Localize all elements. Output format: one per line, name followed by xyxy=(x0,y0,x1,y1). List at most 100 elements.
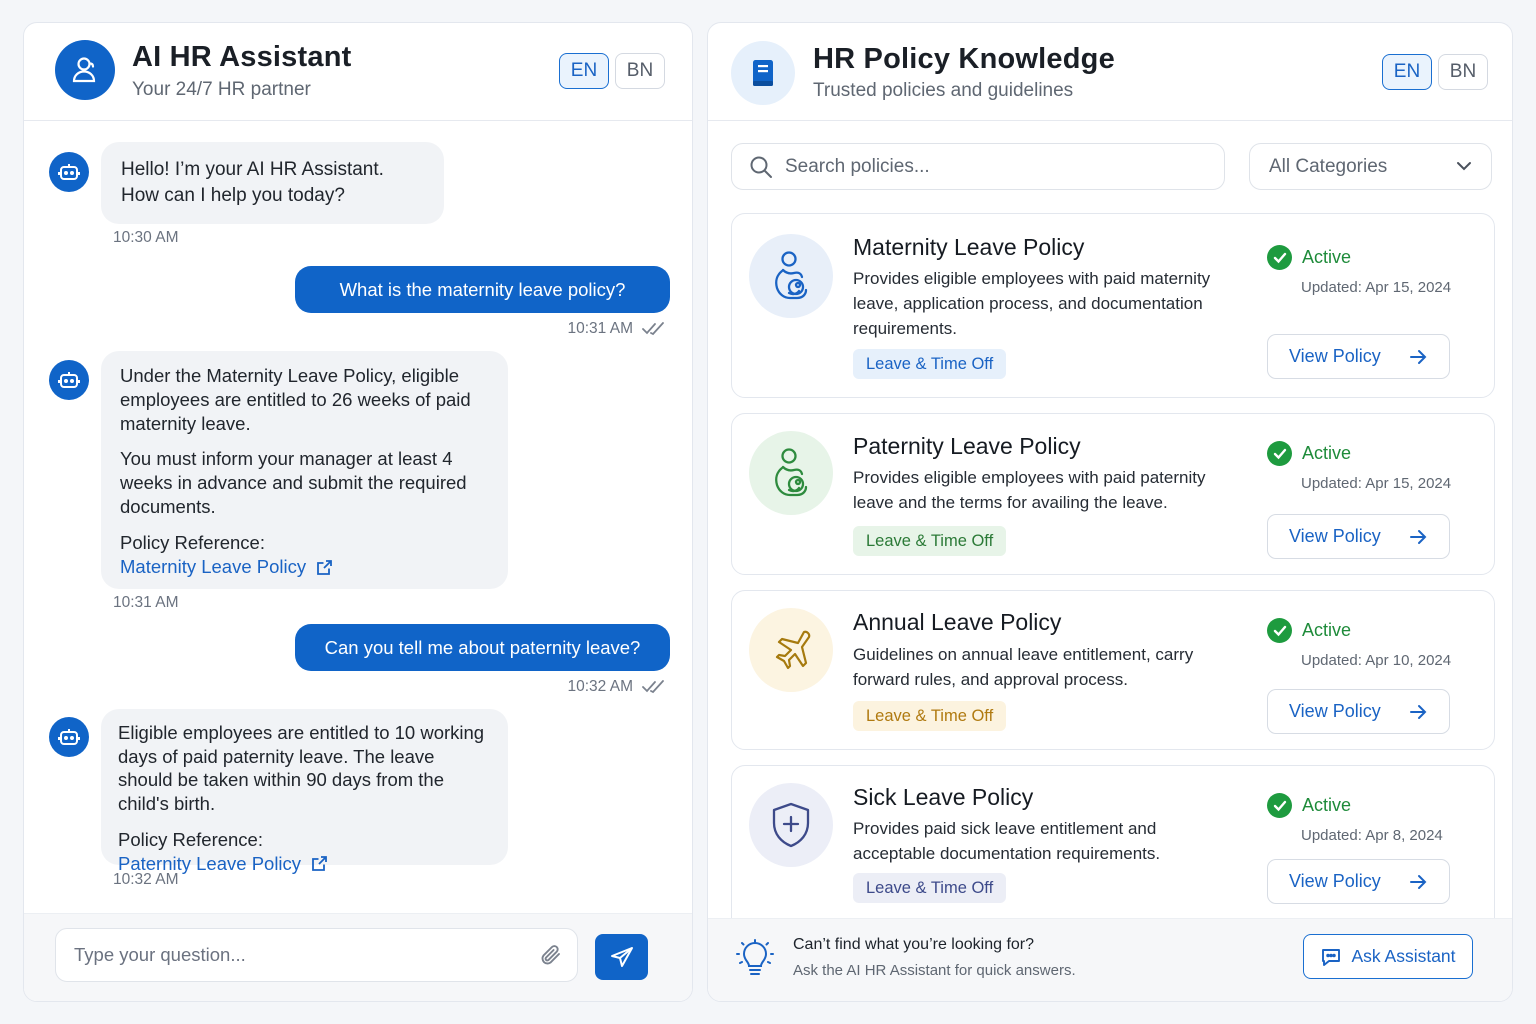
view-policy-button[interactable]: View Policy xyxy=(1267,334,1450,379)
view-policy-button[interactable]: View Policy xyxy=(1267,514,1450,559)
status-text: Active xyxy=(1302,795,1352,815)
arrow-right-icon xyxy=(1410,529,1427,544)
category-tag: Leave & Time Off xyxy=(853,873,1007,903)
lang-en-button[interactable]: EN xyxy=(559,53,609,89)
category-tag: Leave & Time Off xyxy=(853,701,1007,731)
policy-description: Guidelines on annual leave entitlement, … xyxy=(853,645,1194,689)
message-text: How can I help you today? xyxy=(121,185,345,206)
check-icon xyxy=(1267,441,1292,466)
status-badge: Active xyxy=(1267,441,1351,466)
chat-bubble-icon xyxy=(1322,948,1341,966)
view-policy-label: View Policy xyxy=(1289,526,1381,546)
view-policy-button[interactable]: View Policy xyxy=(1267,859,1450,904)
chat-subtitle: Your 24/7 HR partner xyxy=(132,79,311,100)
bot-message: Eligible employees are entitled to 10 wo… xyxy=(101,709,508,874)
search-icon xyxy=(750,156,772,178)
ask-assistant-button[interactable]: Ask Assistant xyxy=(1303,934,1473,979)
policy-search-box xyxy=(731,143,1225,190)
lightbulb-icon xyxy=(736,939,774,975)
send-icon xyxy=(610,947,633,967)
policy-title: Paternity Leave Policy xyxy=(853,433,1081,459)
help-text: Ask the AI HR Assistant for quick answer… xyxy=(793,962,1076,979)
mother-baby-icon xyxy=(749,234,833,318)
kb-header: HR Policy Knowledge Trusted policies and… xyxy=(708,23,1512,121)
message-text: What is the maternity leave policy? xyxy=(339,278,626,300)
status-text: Active xyxy=(1302,247,1352,267)
bot-avatar-icon xyxy=(49,360,89,400)
book-icon xyxy=(753,60,773,86)
message-text: Under the Maternity Leave Policy, eligib… xyxy=(120,365,471,434)
book-icon-badge xyxy=(731,41,795,105)
view-policy-button[interactable]: View Policy xyxy=(1267,689,1450,734)
message-timestamp: 10:32 AM xyxy=(567,678,634,695)
view-policy-label: View Policy xyxy=(1289,346,1381,366)
lang-bn-button[interactable]: BN xyxy=(615,53,665,89)
user-message: What is the maternity leave policy? xyxy=(295,266,670,313)
check-icon xyxy=(1267,793,1292,818)
bot-avatar-icon xyxy=(49,717,89,757)
policy-reference-label: Policy Reference: xyxy=(120,532,265,553)
arrow-right-icon xyxy=(1410,349,1427,364)
bot-message: Under the Maternity Leave Policy, eligib… xyxy=(101,351,508,589)
user-message: Can you tell me about paternity leave? xyxy=(295,624,670,671)
message-timestamp: 10:31 AM xyxy=(567,320,634,337)
double-check-icon xyxy=(642,680,664,694)
category-select[interactable]: All Categories xyxy=(1249,143,1492,190)
category-tag: Leave & Time Off xyxy=(853,349,1007,379)
ask-assistant-label: Ask Assistant xyxy=(1351,946,1456,966)
policy-title: Annual Leave Policy xyxy=(853,609,1062,635)
chevron-down-icon xyxy=(1457,162,1471,171)
updated-date: Updated: Apr 15, 2024 xyxy=(1301,279,1452,296)
policy-knowledge-panel: HR Policy Knowledge Trusted policies and… xyxy=(707,22,1513,1002)
category-tag: Leave & Time Off xyxy=(853,526,1007,556)
category-select-value: All Categories xyxy=(1269,156,1388,177)
message-meta: 10:32 AM xyxy=(568,678,667,696)
bot-message: Hello! I’m your AI HR Assistant. How can… xyxy=(101,142,444,224)
parent-baby-icon xyxy=(749,431,833,515)
updated-date: Updated: Apr 8, 2024 xyxy=(1301,827,1443,844)
airplane-icon xyxy=(749,608,833,692)
chat-panel: AI HR Assistant Your 24/7 HR partner EN … xyxy=(23,22,693,1002)
policy-card: Sick Leave Policy Provides paid sick lea… xyxy=(731,765,1495,937)
maternity-policy-link[interactable]: Maternity Leave Policy xyxy=(120,555,333,579)
policy-title: Maternity Leave Policy xyxy=(853,234,1085,260)
status-text: Active xyxy=(1302,443,1352,463)
chat-title: AI HR Assistant xyxy=(132,41,352,73)
policy-description: Provides eligible employees with paid ma… xyxy=(853,269,1211,338)
message-text: You must inform your manager at least 4 … xyxy=(120,448,467,517)
external-link-icon xyxy=(317,559,333,575)
view-policy-label: View Policy xyxy=(1289,701,1381,721)
view-policy-label: View Policy xyxy=(1289,871,1381,891)
policy-reference-label: Policy Reference: xyxy=(118,829,263,850)
send-button[interactable] xyxy=(595,934,648,980)
message-timestamp: 10:31 AM xyxy=(113,594,179,611)
double-check-icon xyxy=(642,322,664,336)
question-input[interactable] xyxy=(74,929,514,981)
status-text: Active xyxy=(1302,620,1352,640)
status-badge: Active xyxy=(1267,245,1351,270)
help-heading: Can’t find what you’re looking for? xyxy=(793,936,1035,953)
chat-header: AI HR Assistant Your 24/7 HR partner EN … xyxy=(24,23,692,121)
check-icon xyxy=(1267,618,1292,643)
link-text: Maternity Leave Policy xyxy=(120,556,307,577)
lang-en-button[interactable]: EN xyxy=(1382,54,1432,90)
message-text: Eligible employees are entitled to 10 wo… xyxy=(118,722,485,814)
arrow-right-icon xyxy=(1410,704,1427,719)
policy-card: Annual Leave Policy Guidelines on annual… xyxy=(731,590,1495,750)
message-text: Hello! I’m your AI HR Assistant. xyxy=(121,159,384,180)
user-assistant-icon xyxy=(55,40,115,100)
policy-description: Provides eligible employees with paid pa… xyxy=(853,468,1206,512)
kb-title: HR Policy Knowledge xyxy=(813,43,1115,75)
policy-search-input[interactable] xyxy=(785,144,1205,189)
help-footer: Can’t find what you’re looking for? Ask … xyxy=(708,918,1512,1001)
external-link-icon xyxy=(312,855,327,871)
message-composer xyxy=(24,913,692,1001)
shield-plus-icon xyxy=(749,783,833,867)
policy-card: Paternity Leave Policy Provides eligible… xyxy=(731,413,1495,575)
status-badge: Active xyxy=(1267,793,1351,818)
paperclip-icon[interactable] xyxy=(539,942,563,968)
arrow-right-icon xyxy=(1410,874,1427,889)
language-toggle: EN BN xyxy=(1382,54,1488,90)
updated-date: Updated: Apr 15, 2024 xyxy=(1301,475,1452,492)
lang-bn-button[interactable]: BN xyxy=(1438,54,1488,90)
